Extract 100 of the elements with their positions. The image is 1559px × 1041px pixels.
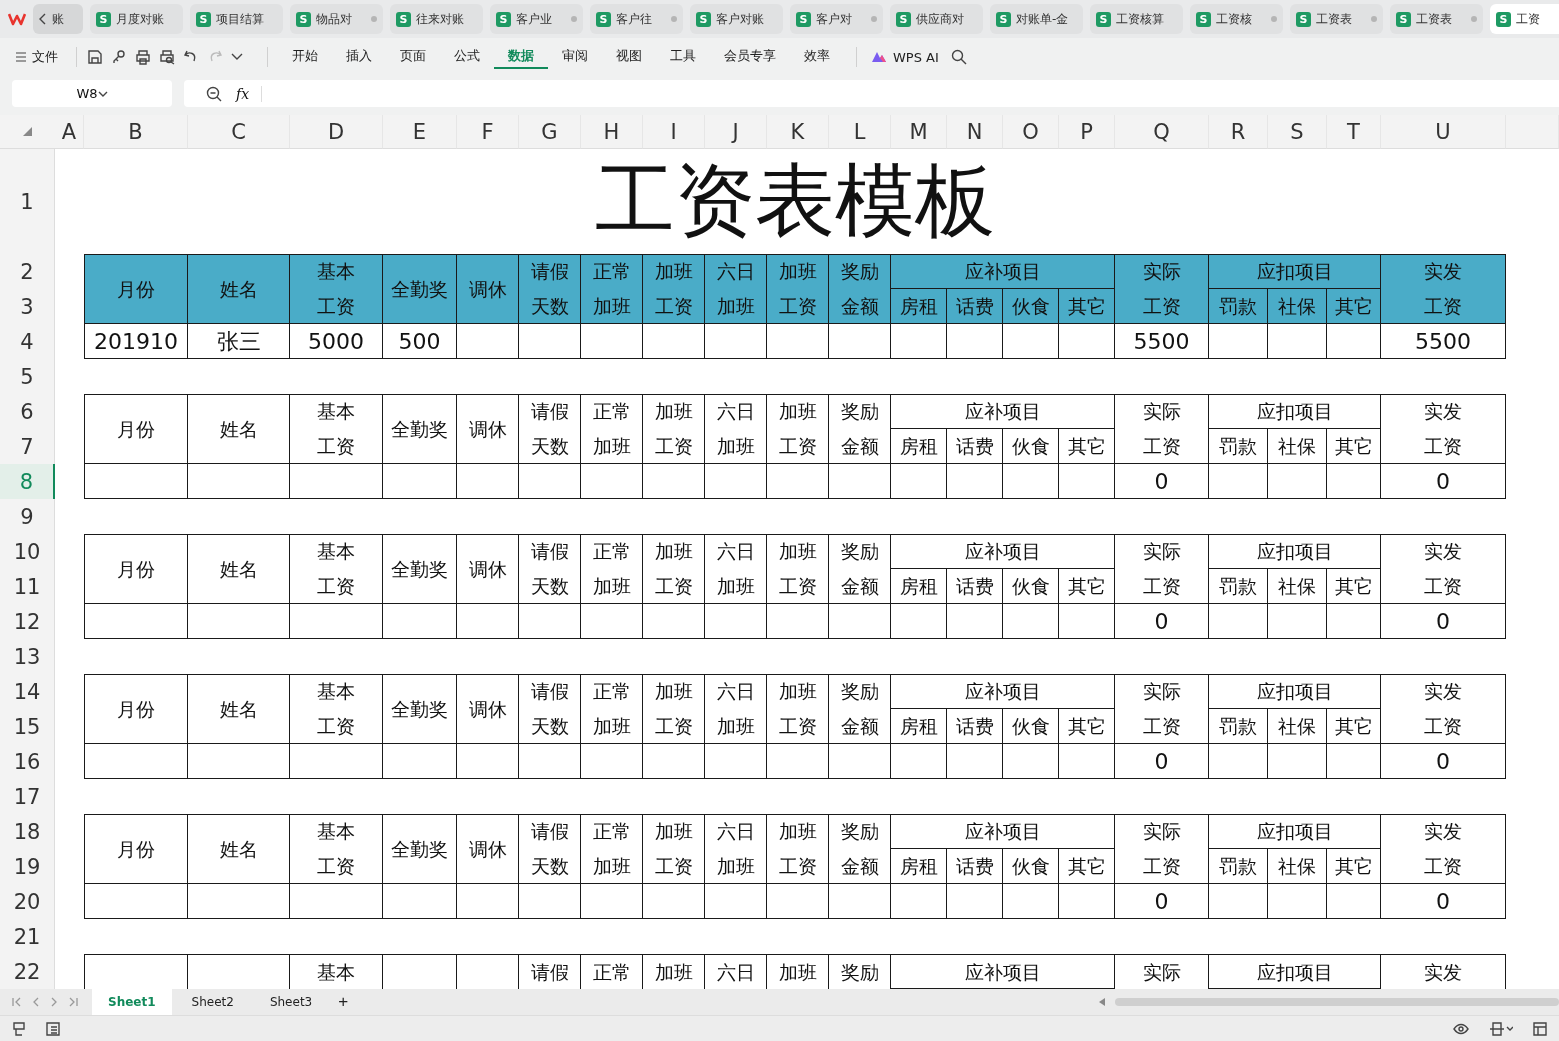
row-header[interactable]: 2 (0, 254, 55, 289)
row-header[interactable]: 8 (0, 464, 55, 499)
column-header[interactable]: T (1327, 115, 1381, 149)
row-header[interactable]: 14 (0, 674, 55, 709)
row-header[interactable]: 13 (0, 639, 55, 674)
add-sheet-button[interactable]: + (332, 992, 355, 1012)
chevron-down-icon[interactable] (231, 53, 243, 61)
sheet-tab[interactable]: Sheet3 (253, 989, 329, 1015)
zoom-icon[interactable] (206, 85, 222, 102)
name-box[interactable]: W8 (12, 80, 172, 107)
row-header[interactable]: 10 (0, 534, 55, 569)
print-icon[interactable] (135, 49, 151, 65)
header-cell: 加班工资 (643, 534, 705, 604)
center-view-icon[interactable] (1489, 1021, 1513, 1036)
menu-tab[interactable]: 公式 (440, 45, 494, 69)
row-header[interactable]: 15 (0, 709, 55, 744)
column-header[interactable]: U (1381, 115, 1506, 149)
column-header[interactable]: H (581, 115, 643, 149)
column-header[interactable]: I (643, 115, 705, 149)
eye-icon[interactable] (1453, 1022, 1469, 1035)
column-header[interactable]: L (829, 115, 891, 149)
document-tab[interactable]: S 往来对账 (390, 4, 483, 34)
ai-button[interactable]: WPS AI (871, 49, 939, 65)
table-cell (1059, 884, 1115, 919)
document-tab[interactable]: S 工资核 (1190, 4, 1283, 34)
column-header[interactable]: A (55, 115, 84, 149)
document-tab[interactable]: S 工资表 (1290, 4, 1383, 34)
row-header[interactable]: 5 (0, 359, 55, 394)
menu-tab[interactable]: 审阅 (548, 45, 602, 69)
document-tab[interactable]: S 工资表 (1390, 4, 1483, 34)
menu-tab[interactable]: 数据 (494, 45, 548, 69)
document-tab[interactable]: S 对账单-金 (990, 4, 1083, 34)
column-header[interactable]: B (84, 115, 188, 149)
row-header[interactable]: 16 (0, 744, 55, 779)
column-header[interactable]: G (519, 115, 581, 149)
document-tab[interactable]: S 客户对 (790, 4, 883, 34)
document-tab[interactable]: 账 (33, 4, 83, 34)
column-header[interactable]: C (188, 115, 290, 149)
column-header[interactable]: K (767, 115, 829, 149)
column-header[interactable]: P (1059, 115, 1115, 149)
function-label[interactable]: fx (236, 85, 263, 102)
column-header[interactable]: Q (1115, 115, 1209, 149)
macro-icon[interactable] (12, 1021, 26, 1036)
column-header[interactable]: S (1268, 115, 1327, 149)
column-header[interactable]: O (1003, 115, 1059, 149)
normal-view-icon[interactable] (1533, 1021, 1547, 1036)
header-cell: 月份 (84, 674, 188, 744)
formula-field[interactable]: fx (184, 80, 1559, 107)
row-header[interactable]: 19 (0, 849, 55, 884)
row-header[interactable]: 17 (0, 779, 55, 814)
document-tab[interactable]: S 物品对 (290, 4, 383, 34)
document-tab[interactable]: S 客户往 (590, 4, 683, 34)
row-header[interactable]: 4 (0, 324, 55, 359)
document-tab[interactable]: S 客户业 (490, 4, 583, 34)
row-header[interactable]: 9 (0, 499, 55, 534)
row-header[interactable]: 11 (0, 569, 55, 604)
row-header[interactable]: 20 (0, 884, 55, 919)
search-icon[interactable] (950, 49, 967, 65)
column-header[interactable]: R (1209, 115, 1268, 149)
row-header[interactable]: 22 (0, 954, 55, 989)
save-icon[interactable] (87, 49, 103, 65)
row-header[interactable]: 6 (0, 394, 55, 429)
column-header[interactable]: D (290, 115, 383, 149)
document-tab[interactable]: S 供应商对 (890, 4, 983, 34)
column-header[interactable]: F (457, 115, 519, 149)
row-header[interactable]: 12 (0, 604, 55, 639)
table-cell (1209, 744, 1268, 779)
menu-tab[interactable]: 插入 (332, 45, 386, 69)
outline-icon[interactable] (46, 1021, 60, 1036)
column-header[interactable]: N (947, 115, 1003, 149)
column-header[interactable]: E (383, 115, 457, 149)
menu-tab[interactable]: 开始 (278, 45, 332, 69)
print-preview-icon[interactable] (159, 49, 175, 65)
row-header[interactable]: 7 (0, 429, 55, 464)
table-cell (947, 884, 1003, 919)
sheet-tab[interactable]: Sheet2 (175, 989, 250, 1015)
row-header[interactable]: 3 (0, 289, 55, 324)
menu-tab[interactable]: 视图 (602, 45, 656, 69)
column-header[interactable]: J (705, 115, 767, 149)
select-all-icon[interactable] (23, 127, 32, 136)
file-menu[interactable]: 文件 (16, 48, 58, 66)
document-tab[interactable]: S 月度对账 (90, 4, 183, 34)
row-header[interactable]: 1 (0, 149, 55, 254)
document-tab[interactable]: S 客户对账 (690, 4, 783, 34)
table-cell (1003, 464, 1059, 499)
scroll-left-icon[interactable] (1099, 998, 1105, 1006)
row-header[interactable]: 21 (0, 919, 55, 954)
menu-tab[interactable]: 工具 (656, 45, 710, 69)
menu-tab[interactable]: 效率 (790, 45, 844, 69)
document-tab[interactable]: S 工资核算 (1090, 4, 1183, 34)
sheet-tab[interactable]: Sheet1 (92, 989, 172, 1015)
scrollbar-thumb[interactable] (1115, 998, 1559, 1006)
menu-tab[interactable]: 页面 (386, 45, 440, 69)
app-logo-icon[interactable] (8, 12, 26, 26)
column-header[interactable]: M (891, 115, 947, 149)
row-header[interactable]: 18 (0, 814, 55, 849)
document-tab[interactable]: S 项目结算 (190, 4, 283, 34)
document-tab[interactable]: S 工资 (1490, 4, 1559, 34)
menu-tab[interactable]: 会员专享 (710, 45, 790, 69)
key-icon[interactable] (111, 49, 127, 65)
